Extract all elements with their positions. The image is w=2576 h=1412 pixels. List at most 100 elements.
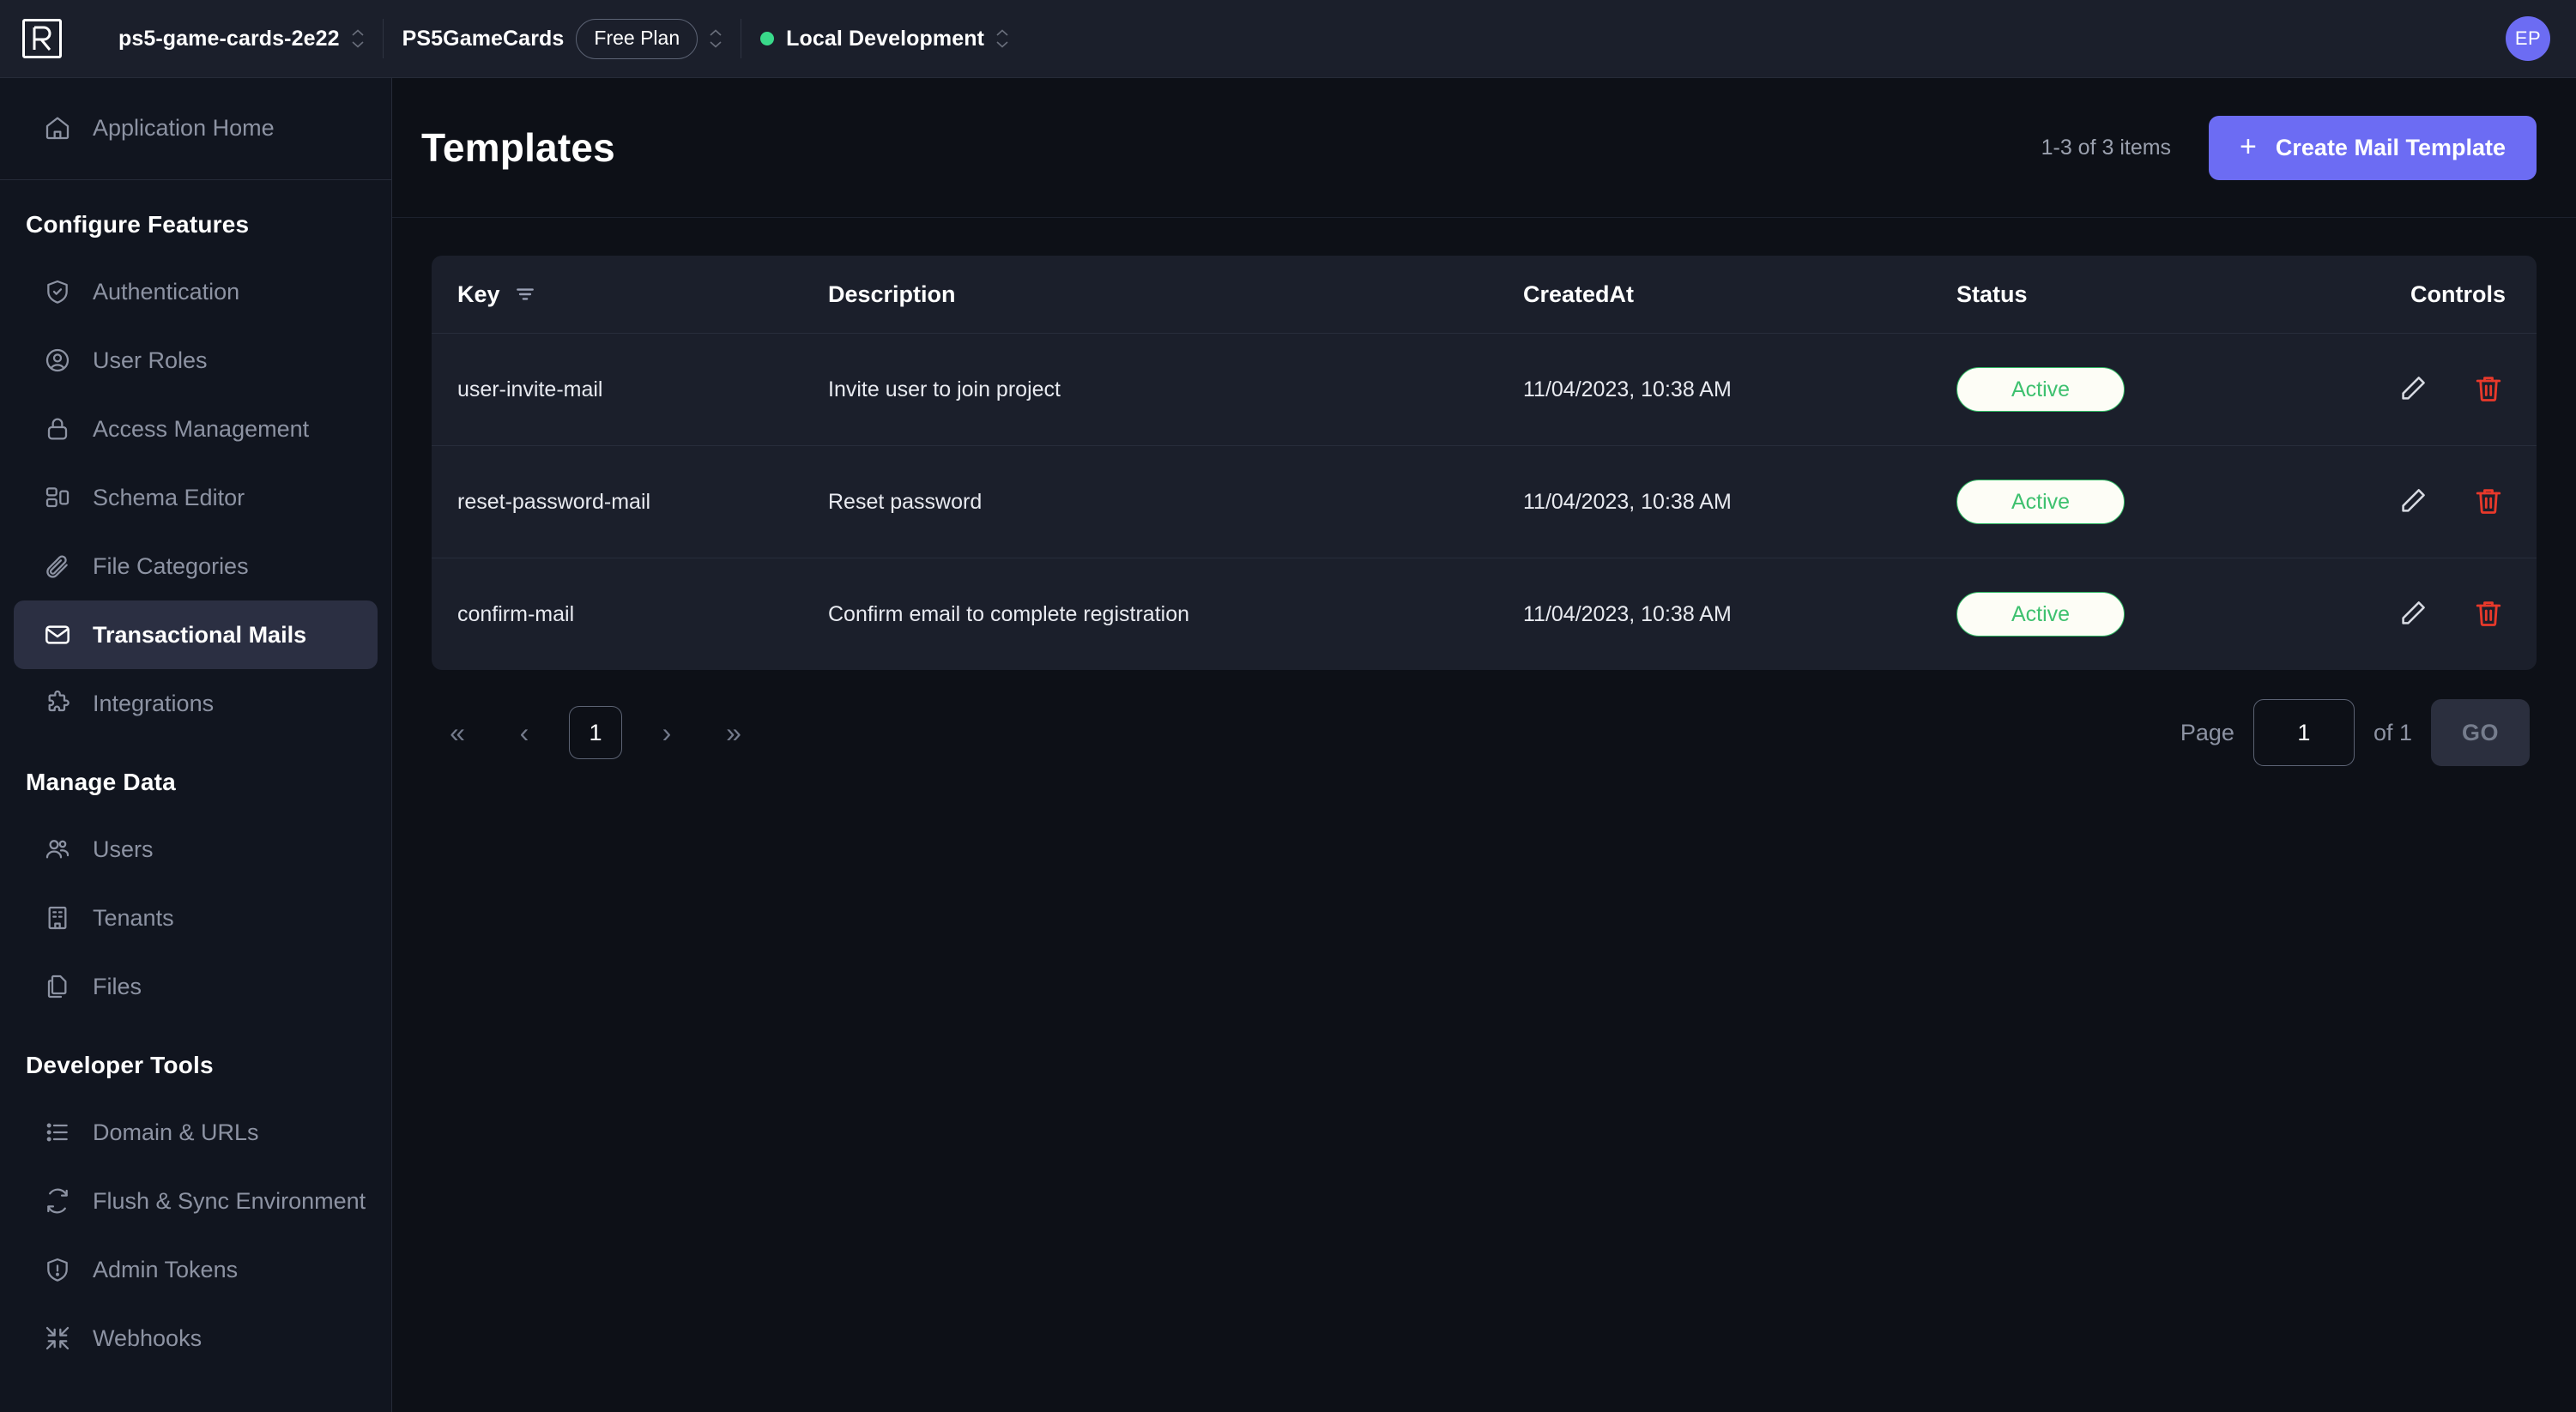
sidebar-item-transactional-mails[interactable]: Transactional Mails	[14, 600, 378, 669]
go-button[interactable]: GO	[2430, 699, 2530, 766]
page-label: Page	[2180, 719, 2234, 745]
environment-selector[interactable]: Local Development	[741, 15, 1027, 62]
edit-button[interactable]	[2396, 597, 2430, 631]
workspace-name: PS5GameCards	[402, 26, 565, 51]
sidebar-item-label: Domain & URLs	[93, 1119, 259, 1145]
sidebar-item-domain-and-urls[interactable]: Domain & URLs	[14, 1098, 378, 1167]
page-input[interactable]	[2252, 699, 2355, 766]
sidebar-item-users[interactable]: Users	[14, 815, 378, 884]
page-number-button[interactable]: 1	[569, 706, 622, 759]
pagination-controls: « ‹ 1 › »	[435, 706, 756, 759]
previous-page-button[interactable]: ‹	[502, 710, 547, 755]
schema-icon	[43, 483, 72, 512]
avatar[interactable]: EP	[2506, 16, 2550, 61]
sidebar-item-label: Authentication	[93, 278, 240, 305]
sidebar-item-tenants[interactable]: Tenants	[14, 884, 378, 952]
sidebar-item-label: Application Home	[93, 114, 275, 141]
collapse-icon	[43, 1324, 72, 1353]
user-circle-icon	[43, 346, 72, 375]
sidebar-item-flush-and-sync-environment[interactable]: Flush & Sync Environment	[14, 1167, 378, 1235]
plus-icon: +	[2240, 130, 2257, 163]
sidebar-item-label: Integrations	[93, 690, 215, 716]
sidebar-item-access-management[interactable]: Access Management	[14, 395, 378, 463]
column-header-description[interactable]: Description	[828, 281, 1523, 308]
rowy-logo-icon[interactable]	[22, 19, 62, 58]
edit-button[interactable]	[2396, 485, 2430, 519]
sidebar-item-webhooks[interactable]: Webhooks	[14, 1304, 378, 1373]
pencil-icon	[2398, 373, 2428, 407]
table-row[interactable]: reset-password-mail Reset password 11/04…	[432, 445, 2537, 558]
sidebar-item-label: Files	[93, 973, 142, 999]
sidebar-item-integrations[interactable]: Integrations	[14, 669, 378, 738]
cell-key: user-invite-mail	[457, 377, 603, 401]
cell-createdat: 11/04/2023, 10:38 AM	[1523, 489, 1732, 514]
main-header: Templates 1-3 of 3 items + Create Mail T…	[392, 78, 2576, 218]
next-page-button[interactable]: ›	[644, 710, 689, 755]
delete-button[interactable]	[2471, 485, 2506, 519]
cell-description: Confirm email to complete registration	[828, 601, 1189, 626]
status-badge: Active	[1956, 367, 2125, 412]
sidebar-item-label: Users	[93, 836, 154, 862]
sidebar-item-user-roles[interactable]: User Roles	[14, 326, 378, 395]
delete-button[interactable]	[2471, 372, 2506, 407]
cell-status: Active	[1956, 367, 2351, 412]
project-name: ps5-game-cards-2e22	[118, 26, 340, 51]
delete-button[interactable]	[2471, 597, 2506, 631]
pencil-icon	[2398, 598, 2428, 631]
sidebar-section-title-configure-features: Configure Features	[26, 211, 250, 238]
filter-icon[interactable]	[514, 283, 536, 305]
sidebar-item-file-categories[interactable]: File Categories	[14, 532, 378, 600]
workspace-selector[interactable]: PS5GameCards Free Plan	[384, 15, 741, 62]
header-actions: 1-3 of 3 items + Create Mail Template	[2041, 115, 2537, 180]
sidebar-item-label: Schema Editor	[93, 484, 245, 510]
building-icon	[43, 903, 72, 932]
templates-table: Key Description CreatedAt Status Control…	[432, 256, 2537, 670]
table-header-row: Key Description CreatedAt Status Control…	[432, 256, 2537, 333]
cell-key: reset-password-mail	[457, 489, 651, 514]
trash-icon	[2473, 598, 2504, 631]
total-pages-label: of 1	[2373, 719, 2412, 745]
sidebar-item-authentication[interactable]: Authentication	[14, 257, 378, 326]
cell-createdat: 11/04/2023, 10:38 AM	[1523, 377, 1732, 401]
cell-controls	[2351, 597, 2537, 631]
column-header-createdat[interactable]: CreatedAt	[1523, 281, 1956, 308]
edit-button[interactable]	[2396, 372, 2430, 407]
lock-icon	[43, 414, 72, 444]
sidebar-item-admin-tokens[interactable]: Admin Tokens	[14, 1235, 378, 1304]
project-selector[interactable]: ps5-game-cards-2e22	[100, 15, 383, 62]
sidebar-item-label: Transactional Mails	[93, 621, 307, 648]
shield-check-icon	[43, 277, 72, 306]
page-jump: Page of 1 GO	[2180, 699, 2530, 766]
chevron-updown-icon	[996, 29, 1008, 48]
sidebar-item-schema-editor[interactable]: Schema Editor	[14, 463, 378, 532]
item-count-label: 1-3 of 3 items	[2041, 135, 2172, 160]
sidebar-item-label: User Roles	[93, 347, 208, 373]
puzzle-icon	[43, 689, 72, 718]
refresh-icon	[43, 1186, 72, 1216]
sidebar-item-files[interactable]: Files	[14, 952, 378, 1021]
sidebar-home-group: Application Home	[0, 78, 391, 162]
sidebar-item-label: File Categories	[93, 552, 249, 579]
table-row[interactable]: user-invite-mail Invite user to join pro…	[432, 333, 2537, 445]
column-header-status[interactable]: Status	[1956, 281, 2351, 308]
cell-controls	[2351, 485, 2537, 519]
table-row[interactable]: confirm-mail Confirm email to complete r…	[432, 558, 2537, 670]
environment-name: Local Development	[786, 26, 985, 51]
paperclip-icon	[43, 552, 72, 581]
chevron-updown-icon	[352, 29, 364, 48]
column-header-key-label: Key	[457, 281, 500, 307]
first-page-button[interactable]: «	[435, 710, 480, 755]
sidebar-item-application-home[interactable]: Application Home	[14, 94, 378, 162]
chevron-updown-icon	[710, 29, 722, 48]
files-icon	[43, 972, 72, 1001]
column-header-key[interactable]: Key	[432, 281, 828, 308]
main-content: Templates 1-3 of 3 items + Create Mail T…	[392, 78, 2576, 1412]
main-body: Key Description CreatedAt Status Control…	[392, 218, 2576, 1412]
trash-icon	[2473, 486, 2504, 519]
app-root: ps5-game-cards-2e22 PS5GameCards Free Pl…	[0, 0, 2576, 1412]
create-mail-template-button[interactable]: + Create Mail Template	[2209, 115, 2537, 180]
sidebar-section-title-developer-tools: Developer Tools	[26, 1052, 214, 1078]
last-page-button[interactable]: »	[711, 710, 756, 755]
sidebar-item-label: Access Management	[93, 415, 310, 442]
cell-key: confirm-mail	[457, 601, 575, 626]
